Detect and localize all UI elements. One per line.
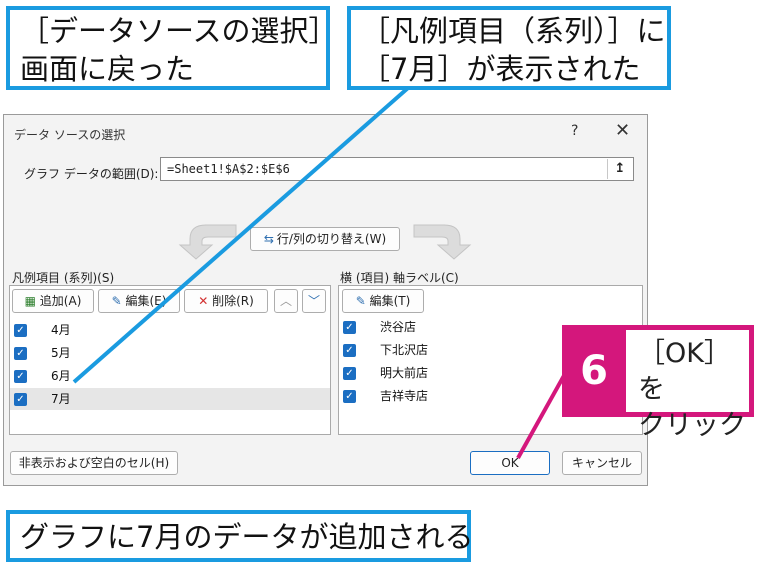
add-series-button[interactable]: ▦ 追加(A) (12, 289, 94, 313)
series-item[interactable]: ✓ 5月 (10, 342, 330, 364)
edit-axis-labels-label: 編集(T) (369, 294, 411, 308)
series-item-selected[interactable]: ✓ 7月 (10, 388, 330, 410)
switch-arrow-right-icon (413, 224, 472, 260)
callout-line: ［凡例項目（系列）］に (361, 14, 666, 48)
delete-series-button[interactable]: ✕ 削除(R) (184, 289, 268, 313)
callout-line: 画面に戻った (20, 52, 195, 86)
checkbox-icon[interactable]: ✓ (343, 390, 356, 403)
step-callout: 6 ［OK］を クリック (562, 325, 754, 441)
checkbox-icon[interactable]: ✓ (343, 367, 356, 380)
series-label: 7月 (51, 392, 71, 406)
add-icon: ▦ (24, 294, 36, 308)
checkbox-icon[interactable]: ✓ (343, 321, 356, 334)
edit-series-button[interactable]: ✎ 編集(E) (98, 289, 180, 313)
hidden-empty-cells-button[interactable]: 非表示および空白のセル(H) (10, 451, 178, 475)
axis-labels-label: 横 (項目) 軸ラベル(C) (340, 271, 459, 285)
category-label: 下北沢店 (380, 343, 429, 357)
cancel-button[interactable]: キャンセル (562, 451, 642, 475)
step-number: 6 (562, 325, 626, 417)
switch-row-column-icon: ⇆ (263, 232, 274, 246)
chevron-down-icon: ﹀ (307, 294, 320, 308)
callout-line: ［7月］が表示された (361, 52, 641, 86)
checkbox-icon[interactable]: ✓ (14, 347, 27, 360)
category-label: 明大前店 (380, 366, 429, 380)
switch-row-column-button[interactable]: ⇆ 行/列の切り替え(W) (250, 227, 400, 251)
add-series-label: 追加(A) (39, 294, 82, 308)
chevron-up-icon: ︿ (279, 294, 292, 308)
series-label: 4月 (51, 323, 71, 337)
collapse-range-icon[interactable]: ↥ (607, 159, 632, 179)
series-label: 5月 (51, 346, 71, 360)
checkbox-icon[interactable]: ✓ (343, 344, 356, 357)
edit-axis-labels-button[interactable]: ✎ 編集(T) (342, 289, 424, 313)
switch-row-column-label: 行/列の切り替え(W) (276, 232, 387, 246)
step-instruction: ［OK］を クリック (626, 325, 754, 441)
checkbox-icon[interactable]: ✓ (14, 370, 27, 383)
callout-july-added: グラフに7月のデータが追加される (6, 510, 473, 562)
switch-arrow-left-icon (178, 224, 237, 260)
move-down-button[interactable]: ﹀ (302, 289, 326, 313)
callout-line: ［データソースの選択］ (20, 14, 338, 48)
edit-icon: ✎ (111, 294, 122, 308)
category-label: 渋谷店 (380, 320, 417, 334)
legend-entries-label: 凡例項目 (系列)(S) (12, 271, 115, 285)
checkbox-icon[interactable]: ✓ (14, 324, 27, 337)
dialog-title: データ ソースの選択 (14, 128, 126, 142)
step-line: ［OK］を (638, 338, 731, 405)
delete-series-label: 削除(R) (212, 294, 254, 308)
edit-series-label: 編集(E) (125, 294, 167, 308)
callout-series-shown: ［凡例項目（系列）］に ［7月］が表示された (347, 6, 671, 90)
checkbox-icon[interactable]: ✓ (14, 393, 27, 406)
data-range-label: グラフ データの範囲(D): (24, 167, 159, 181)
ok-button[interactable]: OK (470, 451, 550, 475)
help-icon[interactable]: ? (571, 123, 578, 139)
close-icon[interactable]: ✕ (615, 120, 630, 141)
category-label: 吉祥寺店 (380, 389, 429, 403)
series-item[interactable]: ✓ 6月 (10, 365, 330, 387)
data-range-input[interactable]: =Sheet1!$A$2:$E$6 ↥ (160, 157, 634, 181)
edit-icon: ✎ (355, 294, 366, 308)
delete-icon: ✕ (198, 294, 209, 308)
series-label: 6月 (51, 369, 71, 383)
data-range-value: =Sheet1!$A$2:$E$6 (167, 162, 290, 176)
series-item[interactable]: ✓ 4月 (10, 319, 330, 341)
step-line: クリック (638, 410, 746, 441)
move-up-button[interactable]: ︿ (274, 289, 298, 313)
callout-dialog-returned: ［データソースの選択］ 画面に戻った (6, 6, 338, 90)
select-data-source-dialog: データ ソースの選択 ? ✕ グラフ データの範囲(D): =Sheet1!$A… (3, 114, 648, 486)
